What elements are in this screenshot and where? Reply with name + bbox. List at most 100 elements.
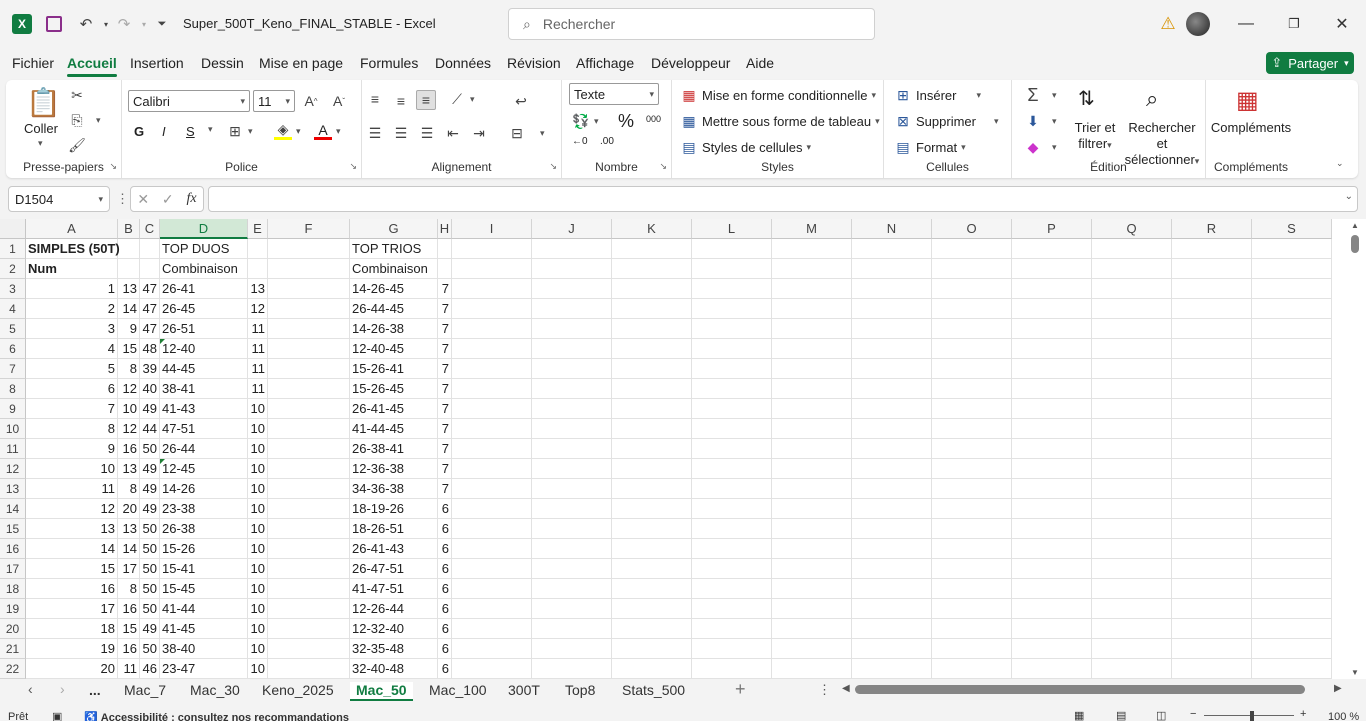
cell-l[interactable] (692, 259, 772, 279)
cell-m[interactable] (772, 519, 852, 539)
normal-view-icon[interactable]: ▦ (1074, 709, 1084, 721)
sheet-tab-mac-7[interactable]: Mac_7 (124, 682, 166, 698)
cell-d[interactable]: Combinaison (160, 259, 248, 279)
worksheet-grid[interactable]: ▲ ▼ A B C D E F G H I J K L M N O P Q R S 1 SIMPLES (50T) TOP… (0, 219, 1366, 679)
column-header-e[interactable]: E (248, 219, 268, 239)
cell-k[interactable] (612, 259, 692, 279)
vertical-scroll-thumb[interactable] (1351, 235, 1359, 253)
cell-h[interactable]: 6 (438, 639, 452, 659)
cell-g[interactable]: 12-26-44 (350, 599, 438, 619)
cell-d[interactable]: 23-47 (160, 659, 248, 679)
cell-a[interactable]: 17 (26, 599, 118, 619)
font-size-combo[interactable]: 11 ▾ (253, 90, 295, 112)
cell-i[interactable] (452, 259, 532, 279)
cell-p[interactable] (1012, 639, 1092, 659)
cell-i[interactable] (452, 639, 532, 659)
cell-m[interactable] (772, 259, 852, 279)
cell-p[interactable] (1012, 279, 1092, 299)
cell-o[interactable] (932, 619, 1012, 639)
cell-p[interactable] (1012, 519, 1092, 539)
redo-icon[interactable]: ↷ (114, 14, 134, 34)
cell-d[interactable]: 15-45 (160, 579, 248, 599)
cell-r[interactable] (1172, 439, 1252, 459)
minimize-button[interactable]: — (1234, 12, 1258, 36)
cell-a[interactable]: 7 (26, 399, 118, 419)
cancel-icon[interactable]: ✕ (137, 191, 149, 208)
cell-r[interactable] (1172, 359, 1252, 379)
sheet-tab-mac-50[interactable]: Mac_50 (350, 682, 413, 701)
cell-q[interactable] (1092, 599, 1172, 619)
vertical-scrollbar[interactable]: ▲ ▼ (1344, 219, 1366, 679)
cell-s[interactable] (1252, 439, 1332, 459)
font-name-combo[interactable]: Calibri ▾ (128, 90, 250, 112)
cell-o[interactable] (932, 359, 1012, 379)
sheet-tab-top8[interactable]: Top8 (565, 682, 595, 698)
formula-input[interactable]: ⌄ (208, 186, 1358, 212)
cell-l[interactable] (692, 399, 772, 419)
cell-h[interactable]: 6 (438, 659, 452, 679)
zoom-out-icon[interactable]: − (1190, 708, 1196, 720)
cell-g[interactable]: 41-47-51 (350, 579, 438, 599)
row-header[interactable]: 6 (0, 339, 26, 359)
cell-k[interactable] (612, 319, 692, 339)
cell-l[interactable] (692, 279, 772, 299)
tab-dessin[interactable]: Dessin (201, 55, 244, 71)
scroll-up-icon[interactable]: ▲ (1351, 221, 1359, 230)
merge-center-icon[interactable]: ⊟ ▾ (508, 124, 544, 142)
more-sheets-button[interactable]: ... (89, 682, 101, 698)
cell-g[interactable]: 34-36-38 (350, 479, 438, 499)
cell-k[interactable] (612, 339, 692, 359)
conditional-formatting-button[interactable]: ▦ Mise en forme conditionnelle ▾ (680, 86, 876, 104)
format-button[interactable]: ▤ Format ▾ (894, 138, 965, 156)
column-header-n[interactable]: N (852, 219, 932, 239)
row-header[interactable]: 10 (0, 419, 26, 439)
cell-a[interactable]: 15 (26, 559, 118, 579)
cell-c[interactable]: 50 (140, 539, 160, 559)
tab-formules[interactable]: Formules (360, 55, 418, 71)
copy-icon[interactable]: ⎘ ▾ (68, 111, 100, 129)
name-box[interactable]: D1504 ▾ (8, 186, 110, 212)
cell-b[interactable]: 9 (118, 319, 140, 339)
row-header[interactable]: 21 (0, 639, 26, 659)
cell-i[interactable] (452, 279, 532, 299)
share-button[interactable]: ⇪ Partager ▾ (1266, 52, 1354, 74)
cell-s[interactable] (1252, 519, 1332, 539)
cell-d[interactable]: 47-51 (160, 419, 248, 439)
cell-s[interactable] (1252, 299, 1332, 319)
cell-o[interactable] (932, 439, 1012, 459)
cell-m[interactable] (772, 359, 852, 379)
prev-sheet-icon[interactable]: ‹ (28, 681, 33, 697)
cell-n[interactable] (852, 659, 932, 679)
cell-i[interactable] (452, 539, 532, 559)
cell-o[interactable] (932, 459, 1012, 479)
cell-r[interactable] (1172, 639, 1252, 659)
cell-o[interactable] (932, 319, 1012, 339)
cut-icon[interactable]: ✂ (68, 86, 86, 104)
cell-p[interactable] (1012, 259, 1092, 279)
cell-j[interactable] (532, 359, 612, 379)
cell-p[interactable] (1012, 479, 1092, 499)
horizontal-scroll-thumb[interactable] (855, 685, 1305, 694)
cell-n[interactable] (852, 479, 932, 499)
cell-q[interactable] (1092, 539, 1172, 559)
cell-o[interactable] (932, 559, 1012, 579)
cell-c[interactable]: 49 (140, 499, 160, 519)
format-as-table-button[interactable]: ▦ Mettre sous forme de tableau ▾ (680, 112, 879, 130)
cell-q[interactable] (1092, 439, 1172, 459)
cell-e[interactable]: 10 (248, 559, 268, 579)
cell-styles-button[interactable]: ▤ Styles de cellules ▾ (680, 138, 811, 156)
column-header-j[interactable]: J (532, 219, 612, 239)
autosum-icon[interactable]: Σ ▾ (1024, 85, 1056, 105)
orientation-icon[interactable]: ⟋ ▾ (448, 90, 474, 108)
cell-i[interactable] (452, 659, 532, 679)
cell-n[interactable] (852, 559, 932, 579)
cell-b[interactable]: 14 (118, 539, 140, 559)
cell-i[interactable] (452, 499, 532, 519)
percent-icon[interactable]: % (618, 111, 634, 132)
cell-q[interactable] (1092, 239, 1172, 259)
cell-p[interactable] (1012, 379, 1092, 399)
cell-s[interactable] (1252, 279, 1332, 299)
cell-n[interactable] (852, 519, 932, 539)
cell-q[interactable] (1092, 459, 1172, 479)
cell-j[interactable] (532, 259, 612, 279)
